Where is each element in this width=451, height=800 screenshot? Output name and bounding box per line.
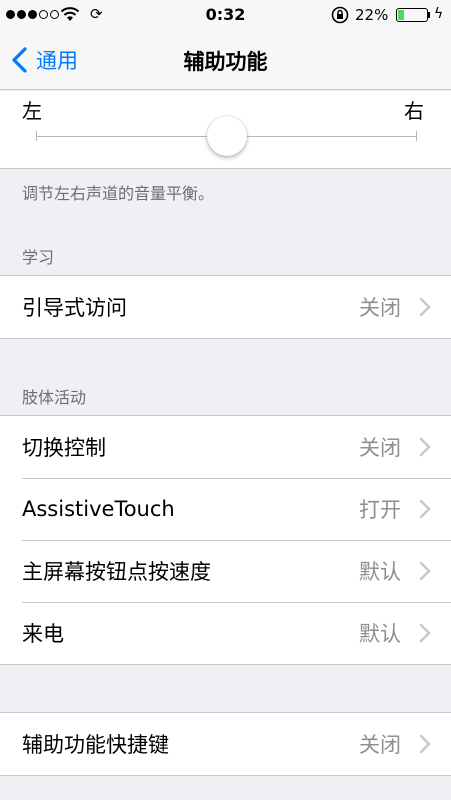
navigation-bar: 通用 辅助功能: [0, 30, 451, 90]
row-label: 来电: [22, 622, 64, 646]
battery-tip: [428, 12, 430, 18]
row-label: AssistiveTouch: [22, 497, 175, 521]
screen: ⟳ 0:32 22% ϟ 通用 辅助功能 左 右 调节左右声道的音量平衡。 学习…: [0, 0, 451, 800]
row-value: 关闭: [359, 436, 401, 460]
switch-control-row[interactable]: 切换控制 关闭: [0, 416, 451, 478]
chevron-right-icon: [419, 499, 431, 519]
battery-icon: [396, 8, 428, 22]
row-label: 切换控制: [22, 436, 106, 460]
battery-percent: 22%: [355, 6, 389, 24]
slider-tick-right: [416, 131, 417, 141]
home-click-speed-row[interactable]: 主屏幕按钮点按速度 默认: [0, 540, 451, 602]
charging-icon: ϟ: [434, 6, 444, 22]
row-label: 主屏幕按钮点按速度: [22, 560, 211, 584]
assistivetouch-row[interactable]: AssistiveTouch 打开: [0, 478, 451, 540]
guided-access-row[interactable]: 引导式访问 关闭: [0, 276, 451, 338]
chevron-right-icon: [419, 623, 431, 643]
rotation-lock-icon: [331, 6, 349, 24]
row-value: 关闭: [359, 296, 401, 320]
page-title: 辅助功能: [183, 50, 268, 74]
balance-left-label: 左: [22, 99, 42, 123]
chevron-right-icon: [419, 561, 431, 581]
row-label: 辅助功能快捷键: [22, 733, 169, 757]
balance-slider-thumb[interactable]: [206, 116, 247, 156]
accessibility-shortcut-row[interactable]: 辅助功能快捷键 关闭: [0, 713, 451, 775]
balance-right-label: 右: [404, 99, 424, 123]
group-shortcut: 辅助功能快捷键 关闭: [0, 712, 451, 776]
row-value: 默认: [359, 560, 401, 584]
balance-slider-section: 左 右: [0, 91, 451, 169]
row-value: 默认: [359, 622, 401, 646]
slider-tick-left: [36, 131, 37, 141]
chevron-right-icon: [419, 734, 431, 754]
incoming-calls-row[interactable]: 来电 默认: [0, 602, 451, 664]
row-label: 引导式访问: [22, 296, 127, 320]
group-motor: 切换控制 关闭 AssistiveTouch 打开 主屏幕按钮点按速度 默认 来…: [0, 415, 451, 665]
group-learning: 引导式访问 关闭: [0, 275, 451, 339]
chevron-right-icon: [419, 437, 431, 457]
status-bar: ⟳ 0:32 22% ϟ: [0, 0, 451, 30]
section-header-learning: 学习: [22, 248, 55, 267]
row-value: 打开: [359, 498, 401, 522]
chevron-right-icon: [419, 297, 431, 317]
section-header-motor: 肢体活动: [22, 388, 87, 407]
row-value: 关闭: [359, 733, 401, 757]
balance-footer-note: 调节左右声道的音量平衡。: [22, 184, 215, 203]
battery-fill: [398, 10, 405, 20]
